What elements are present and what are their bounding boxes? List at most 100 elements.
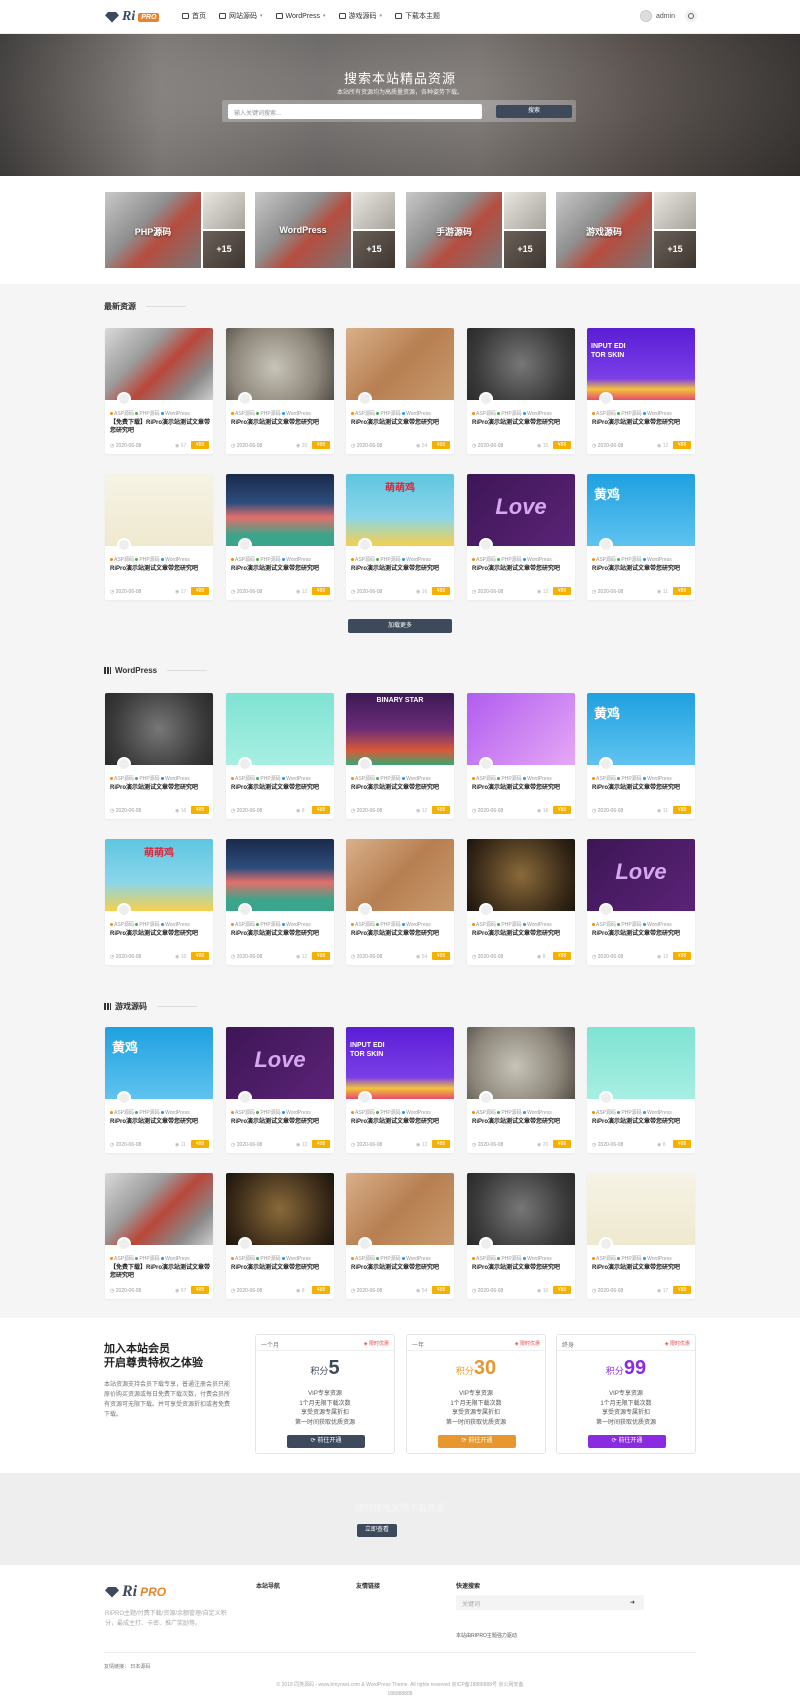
resource-card[interactable]: ASP源码 PHP源码 WordPress RiPro演示站测试文章带您研究吧 ◷ … bbox=[467, 693, 575, 819]
tag-1[interactable]: PHP源码 bbox=[135, 557, 161, 563]
resource-card[interactable]: ASP源码 PHP源码 WordPress RiPro演示站测试文章带您研究吧 ◷ … bbox=[346, 1173, 454, 1299]
card-thumbnail[interactable] bbox=[467, 839, 575, 911]
card-thumbnail[interactable] bbox=[587, 1173, 695, 1245]
resource-card[interactable]: ASP源码 PHP源码 WordPress RiPro演示站测试文章带您研究吧 ◷ … bbox=[587, 1027, 695, 1153]
tag-0[interactable]: ASP源码 bbox=[231, 922, 256, 928]
tag-0[interactable]: ASP源码 bbox=[231, 1110, 256, 1116]
card-title[interactable]: RiPro演示站测试文章带您研究吧 bbox=[231, 419, 331, 427]
tag-0[interactable]: ASP源码 bbox=[592, 1110, 617, 1116]
category-tile[interactable]: PHP源码 +15 bbox=[105, 192, 245, 268]
tag-2[interactable]: WordPress bbox=[161, 776, 190, 782]
tag-0[interactable]: ASP源码 bbox=[110, 411, 135, 417]
subscribe-button[interactable]: ⟳ 前往开通 bbox=[588, 1435, 666, 1448]
nav-item-4[interactable]: 下载本主题 bbox=[395, 11, 440, 21]
resource-card[interactable]: Love ASP源码 PHP源码 WordPress RiPro演示站测试文章带您研… bbox=[587, 839, 695, 965]
resource-card[interactable]: ASP源码 PHP源码 WordPress RiPro演示站测试文章带您研究吧 ◷ … bbox=[226, 839, 334, 965]
category-tile[interactable]: 游戏源码 +15 bbox=[556, 192, 696, 268]
tag-1[interactable]: PHP源码 bbox=[376, 922, 402, 928]
tag-0[interactable]: ASP源码 bbox=[351, 411, 376, 417]
resource-card[interactable]: Love ASP源码 PHP源码 WordPress RiPro演示站测试文章带您研… bbox=[467, 474, 575, 600]
tag-1[interactable]: PHP源码 bbox=[497, 1256, 523, 1262]
card-thumbnail[interactable] bbox=[226, 474, 334, 546]
resource-card[interactable]: 萌萌鸡 ASP源码 PHP源码 WordPress RiPro演示站测试文章带您研究… bbox=[105, 839, 213, 965]
tag-1[interactable]: PHP源码 bbox=[256, 922, 282, 928]
tag-2[interactable]: WordPress bbox=[282, 1110, 311, 1116]
resource-card[interactable]: INPUT EDI TOR SKIN ASP源码 PHP源码 WordPress R… bbox=[346, 1027, 454, 1153]
tag-0[interactable]: ASP源码 bbox=[231, 411, 256, 417]
card-title[interactable]: RiPro演示站测试文章带您研究吧 bbox=[472, 930, 572, 938]
send-icon[interactable]: ➜ bbox=[630, 1599, 635, 1606]
tag-2[interactable]: WordPress bbox=[161, 1256, 190, 1262]
tag-2[interactable]: WordPress bbox=[643, 1110, 672, 1116]
tag-2[interactable]: WordPress bbox=[643, 411, 672, 417]
tag-0[interactable]: ASP源码 bbox=[472, 411, 497, 417]
card-thumbnail[interactable] bbox=[346, 839, 454, 911]
card-thumbnail[interactable]: 黄鸡 bbox=[587, 474, 695, 546]
resource-card[interactable]: INPUT EDI TOR SKIN ASP源码 PHP源码 WordPress R… bbox=[587, 328, 695, 454]
card-thumbnail[interactable] bbox=[467, 1173, 575, 1245]
card-title[interactable]: RiPro演示站测试文章带您研究吧 bbox=[231, 1118, 331, 1126]
tag-2[interactable]: WordPress bbox=[523, 557, 552, 563]
tag-2[interactable]: WordPress bbox=[643, 922, 672, 928]
resource-card[interactable]: ASP源码 PHP源码 WordPress RiPro演示站测试文章带您研究吧 ◷ … bbox=[587, 1173, 695, 1299]
tag-2[interactable]: WordPress bbox=[161, 557, 190, 563]
tag-1[interactable]: PHP源码 bbox=[497, 411, 523, 417]
tag-1[interactable]: PHP源码 bbox=[617, 411, 643, 417]
resource-card[interactable]: ASP源码 PHP源码 WordPress RiPro演示站测试文章带您研究吧 ◷ … bbox=[467, 1173, 575, 1299]
card-thumbnail[interactable]: Love bbox=[467, 474, 575, 546]
card-thumbnail[interactable] bbox=[105, 474, 213, 546]
tag-0[interactable]: ASP源码 bbox=[351, 922, 376, 928]
card-title[interactable]: RiPro演示站测试文章带您研究吧 bbox=[351, 1118, 451, 1126]
tag-0[interactable]: ASP源码 bbox=[351, 1256, 376, 1262]
tag-1[interactable]: PHP源码 bbox=[617, 922, 643, 928]
card-title[interactable]: RiPro演示站测试文章带您研究吧 bbox=[231, 565, 331, 573]
card-title[interactable]: RiPro演示站测试文章带您研究吧 bbox=[592, 419, 692, 427]
tag-2[interactable]: WordPress bbox=[523, 1256, 552, 1262]
tag-1[interactable]: PHP源码 bbox=[376, 1256, 402, 1262]
promo-button[interactable]: 立即查看 bbox=[357, 1524, 397, 1537]
card-thumbnail[interactable] bbox=[226, 1173, 334, 1245]
resource-card[interactable]: ASP源码 PHP源码 WordPress RiPro演示站测试文章带您研究吧 ◷ … bbox=[226, 474, 334, 600]
card-title[interactable]: RiPro演示站测试文章带您研究吧 bbox=[592, 930, 692, 938]
tag-1[interactable]: PHP源码 bbox=[497, 1110, 523, 1116]
nav-item-0[interactable]: 首页 bbox=[182, 11, 206, 21]
tag-1[interactable]: PHP源码 bbox=[256, 557, 282, 563]
card-title[interactable]: 【免费下载】RiPro演示站测试文章带您研究吧 bbox=[110, 419, 210, 435]
card-thumbnail[interactable]: 黄鸡 bbox=[105, 1027, 213, 1099]
tag-0[interactable]: ASP源码 bbox=[472, 776, 497, 782]
resource-card[interactable]: Love ASP源码 PHP源码 WordPress RiPro演示站测试文章带您研… bbox=[226, 1027, 334, 1153]
card-title[interactable]: RiPro演示站测试文章带您研究吧 bbox=[231, 784, 331, 792]
tag-1[interactable]: PHP源码 bbox=[617, 1110, 643, 1116]
nav-item-1[interactable]: 网站源码 ▾ bbox=[219, 11, 263, 21]
tag-1[interactable]: PHP源码 bbox=[256, 411, 282, 417]
user-menu[interactable]: admin bbox=[640, 10, 698, 22]
card-thumbnail[interactable]: 黄鸡 bbox=[587, 693, 695, 765]
tag-0[interactable]: ASP源码 bbox=[472, 1110, 497, 1116]
site-logo[interactable]: Ri PRO bbox=[105, 9, 160, 25]
tag-1[interactable]: PHP源码 bbox=[497, 776, 523, 782]
card-thumbnail[interactable] bbox=[467, 328, 575, 400]
tag-0[interactable]: ASP源码 bbox=[472, 922, 497, 928]
tag-0[interactable]: ASP源码 bbox=[592, 776, 617, 782]
tag-0[interactable]: ASP源码 bbox=[592, 557, 617, 563]
card-title[interactable]: RiPro演示站测试文章带您研究吧 bbox=[472, 419, 572, 427]
tag-2[interactable]: WordPress bbox=[161, 411, 190, 417]
card-title[interactable]: RiPro演示站测试文章带您研究吧 bbox=[472, 1264, 572, 1272]
card-title[interactable]: RiPro演示站测试文章带您研究吧 bbox=[110, 930, 210, 938]
card-thumbnail[interactable] bbox=[105, 328, 213, 400]
resource-card[interactable]: ASP源码 PHP源码 WordPress RiPro演示站测试文章带您研究吧 ◷ … bbox=[226, 328, 334, 454]
card-title[interactable]: RiPro演示站测试文章带您研究吧 bbox=[351, 1264, 451, 1272]
tag-0[interactable]: ASP源码 bbox=[592, 1256, 617, 1262]
card-thumbnail[interactable] bbox=[105, 1173, 213, 1245]
card-thumbnail[interactable]: Love bbox=[226, 1027, 334, 1099]
tag-2[interactable]: WordPress bbox=[523, 922, 552, 928]
resource-card[interactable]: 黄鸡 ASP源码 PHP源码 WordPress RiPro演示站测试文章带您研究吧… bbox=[587, 474, 695, 600]
nav-item-3[interactable]: 游戏源码 ▾ bbox=[338, 11, 382, 21]
card-title[interactable]: RiPro演示站测试文章带您研究吧 bbox=[592, 1118, 692, 1126]
tag-1[interactable]: PHP源码 bbox=[256, 776, 282, 782]
card-thumbnail[interactable]: Love bbox=[587, 839, 695, 911]
card-thumbnail[interactable] bbox=[105, 693, 213, 765]
resource-card[interactable]: ASP源码 PHP源码 WordPress RiPro演示站测试文章带您研究吧 ◷ … bbox=[467, 839, 575, 965]
tag-0[interactable]: ASP源码 bbox=[351, 557, 376, 563]
load-more-button[interactable]: 加载更多 bbox=[348, 619, 452, 633]
